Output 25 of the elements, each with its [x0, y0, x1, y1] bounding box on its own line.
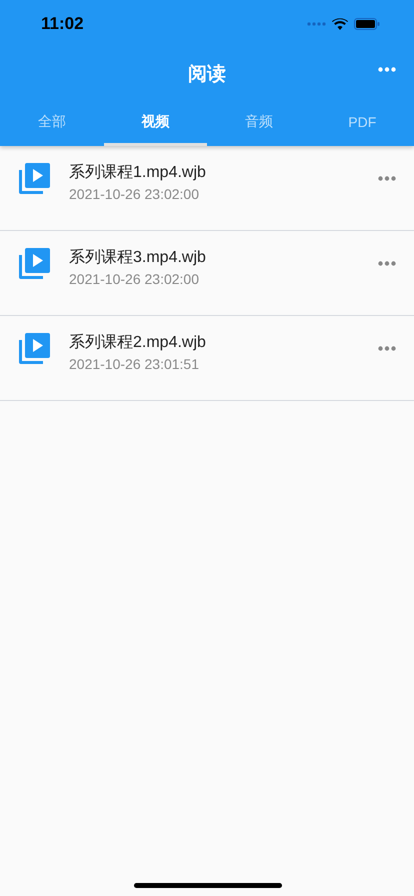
file-date: 2021-10-26 23:01:51	[69, 356, 200, 372]
more-icon	[378, 261, 396, 266]
video-file-icon	[18, 162, 51, 195]
wifi-icon	[332, 18, 348, 30]
tab[interactable]: 音频	[207, 100, 310, 146]
file-date: 2021-10-26 23:02:00	[69, 271, 200, 287]
file-date: 2021-10-26 23:02:00	[69, 186, 200, 202]
file-row[interactable]: 系列课程1.mp4.wjb 2021-10-26 23:02:00	[0, 146, 414, 231]
file-name: 系列课程3.mp4.wjb	[69, 248, 207, 268]
signal-icon	[307, 22, 326, 26]
file-name: 系列课程1.mp4.wjb	[69, 162, 207, 183]
file-name: 系列课程2.mp4.wjb	[69, 332, 207, 353]
file-row[interactable]: 系列课程3.mp4.wjb 2021-10-26 23:02:00	[0, 231, 414, 316]
battery-icon	[354, 18, 380, 30]
more-icon	[378, 176, 396, 181]
video-file-icon	[18, 332, 51, 365]
tab[interactable]: 全部	[0, 100, 104, 146]
page-title: 阅读	[188, 62, 226, 86]
more-icon	[378, 346, 396, 351]
file-row[interactable]: 系列课程2.mp4.wjb 2021-10-26 23:01:51	[0, 316, 414, 401]
tab[interactable]: PDF	[310, 100, 414, 146]
video-file-icon	[18, 247, 51, 280]
status-time: 11:02	[41, 14, 84, 34]
tab[interactable]: 视频	[104, 100, 207, 146]
more-icon	[378, 67, 396, 72]
